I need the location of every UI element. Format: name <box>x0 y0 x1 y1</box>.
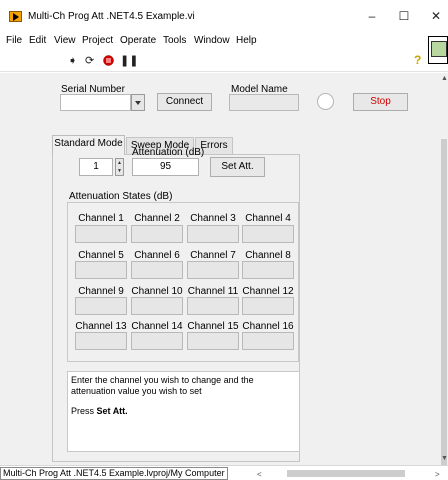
attenuation-states-label: Attenuation States (dB) <box>69 191 173 202</box>
channel-14-label: Channel 14 <box>131 321 183 332</box>
toolbar: ➧ ⟳ ❚❚ ? <box>0 50 448 72</box>
set-att-button[interactable]: Set Att. <box>210 157 265 177</box>
channel-2-value <box>131 225 183 243</box>
channel-6-label: Channel 6 <box>134 250 180 261</box>
channel-spinner[interactable]: ▲ ▼ <box>115 158 124 176</box>
menu-bar: File Edit View Project Operate Tools Win… <box>0 34 448 50</box>
scroll-right-icon[interactable]: > <box>435 470 440 479</box>
channel-1-label: Channel 1 <box>78 213 124 224</box>
menu-tools[interactable]: Tools <box>163 35 186 46</box>
menu-window[interactable]: Window <box>194 35 230 46</box>
pause-icon[interactable]: ❚❚ <box>120 54 138 68</box>
channel-input[interactable]: 1 <box>79 158 113 176</box>
instructions-text: Enter the channel you wish to change and… <box>67 371 300 452</box>
vertical-scroll-thumb[interactable] <box>441 139 447 473</box>
horizontal-scrollbar[interactable]: < > <box>255 468 445 479</box>
channel-3-value <box>187 225 239 243</box>
project-path: Multi-Ch Prog Att .NET4.5 Example.lvproj… <box>0 467 228 480</box>
instructions-bold: Set Att. <box>96 406 128 416</box>
channel-7-label: Channel 7 <box>190 250 236 261</box>
scroll-up-icon[interactable]: ▲ <box>441 75 448 82</box>
vi-connector-icon <box>428 36 448 64</box>
run-continuously-icon[interactable]: ⟳ <box>85 54 94 68</box>
channel-12-value <box>242 297 294 315</box>
channel-2-label: Channel 2 <box>134 213 180 224</box>
menu-operate[interactable]: Operate <box>120 35 156 46</box>
channel-8-label: Channel 8 <box>245 250 291 261</box>
abort-icon[interactable] <box>103 55 114 69</box>
channel-5-value <box>75 261 127 279</box>
channel-11-label: Channel 11 <box>187 286 239 297</box>
channel-9-value <box>75 297 127 315</box>
run-arrow-icon[interactable]: ➧ <box>68 54 77 68</box>
tab-standard-mode[interactable]: Standard Mode <box>52 135 125 155</box>
close-button[interactable]: ✕ <box>421 6 448 26</box>
instructions-line: Enter the channel you wish to change and… <box>71 375 254 396</box>
menu-file[interactable]: File <box>6 35 22 46</box>
channel-12-label: Channel 12 <box>242 286 294 297</box>
window-title: Multi-Ch Prog Att .NET4.5 Example.vi <box>28 11 195 22</box>
channel-5-label: Channel 5 <box>78 250 124 261</box>
channel-13-value <box>75 332 127 350</box>
channel-15-label: Channel 15 <box>187 321 239 332</box>
connect-button[interactable]: Connect <box>157 93 212 111</box>
channel-3-label: Channel 3 <box>190 213 236 224</box>
scroll-down-icon[interactable]: ▼ <box>441 455 448 462</box>
channel-10-label: Channel 10 <box>131 286 183 297</box>
channel-9-label: Channel 9 <box>78 286 124 297</box>
minimize-button[interactable]: – <box>357 6 387 26</box>
connected-indicator <box>317 93 334 110</box>
scroll-left-icon[interactable]: < <box>257 470 262 479</box>
channel-8-value <box>242 261 294 279</box>
channel-6-value <box>131 261 183 279</box>
channel-16-label: Channel 16 <box>242 321 294 332</box>
help-icon[interactable]: ? <box>414 53 421 67</box>
maximize-button[interactable]: ☐ <box>389 6 419 26</box>
serial-number-combo[interactable] <box>60 94 131 111</box>
channel-16-value <box>242 332 294 350</box>
channel-15-value <box>187 332 239 350</box>
channel-11-value <box>187 297 239 315</box>
decrement-arrow-icon[interactable]: ▼ <box>117 168 122 174</box>
serial-dropdown-button[interactable] <box>131 94 145 111</box>
title-bar: Multi-Ch Prog Att .NET4.5 Example.vi – ☐… <box>0 0 448 30</box>
channel-4-value <box>242 225 294 243</box>
status-bar: Multi-Ch Prog Att .NET4.5 Example.lvproj… <box>0 465 448 480</box>
attenuation-label: Attenuation (dB) <box>132 147 205 158</box>
channel-13-label: Channel 13 <box>75 321 127 332</box>
vertical-scrollbar[interactable]: ▲ ▼ <box>440 73 448 473</box>
menu-project[interactable]: Project <box>82 35 113 46</box>
channel-7-value <box>187 261 239 279</box>
horizontal-scroll-thumb[interactable] <box>287 470 405 477</box>
stop-button[interactable]: Stop <box>353 93 408 111</box>
channel-4-label: Channel 4 <box>245 213 291 224</box>
labview-vi-icon <box>9 11 22 22</box>
menu-view[interactable]: View <box>54 35 76 46</box>
instructions-press: Press Set Att. <box>71 406 128 416</box>
menu-edit[interactable]: Edit <box>29 35 46 46</box>
channel-10-value <box>131 297 183 315</box>
increment-arrow-icon[interactable]: ▲ <box>117 160 122 166</box>
channel-1-value <box>75 225 127 243</box>
model-name-field <box>229 94 299 111</box>
attenuation-input[interactable]: 95 <box>132 158 199 176</box>
menu-help[interactable]: Help <box>236 35 257 46</box>
channel-14-value <box>131 332 183 350</box>
